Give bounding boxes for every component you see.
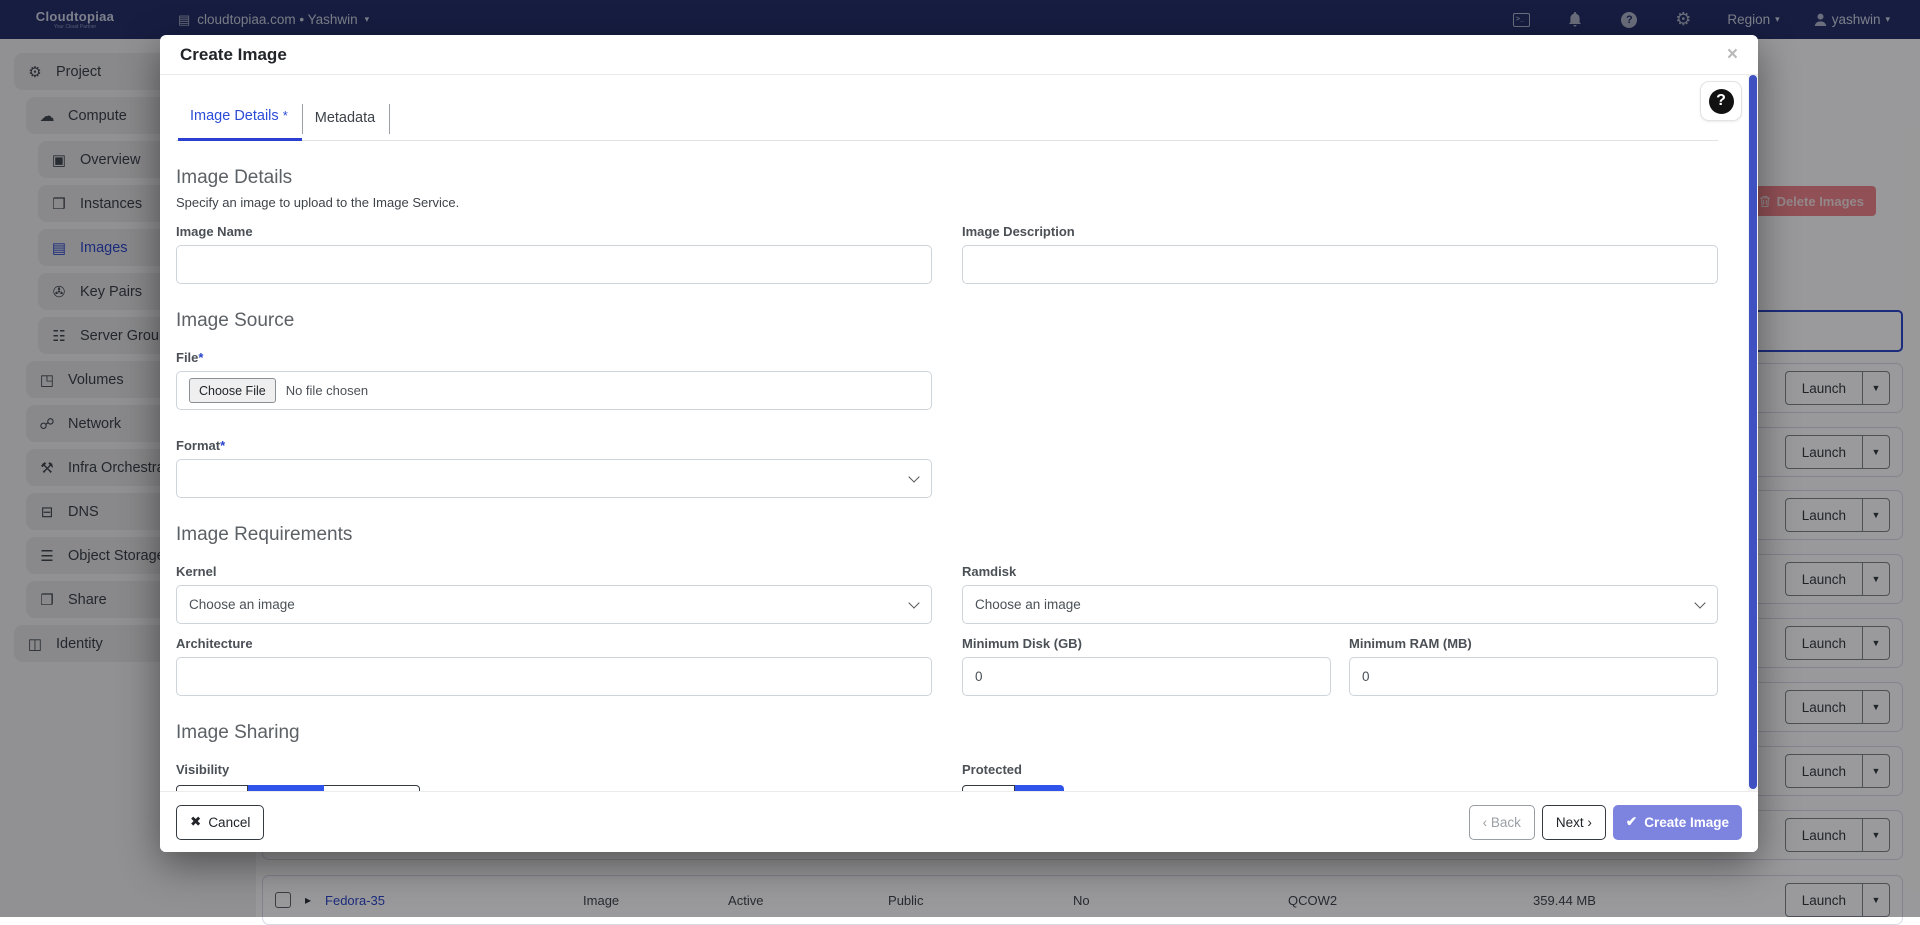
protected-option-no[interactable]: No — [1015, 785, 1063, 791]
format-label: Format* — [176, 438, 932, 453]
protected-option-yes[interactable]: Yes — [962, 785, 1015, 791]
visibility-label: Visibility — [176, 762, 932, 777]
visibility-option-shared[interactable]: Shared — [248, 785, 323, 791]
required-asterisk: * — [198, 350, 203, 365]
tab-separator — [389, 104, 390, 134]
kernel-select[interactable]: Choose an image — [176, 585, 932, 624]
wizard-help-button[interactable]: ? — [1700, 81, 1742, 121]
tab-image-details[interactable]: Image Details * — [178, 108, 302, 141]
file-status-text: No file chosen — [286, 383, 368, 398]
section-image-source: Image Source — [176, 310, 1718, 332]
modal-footer: ✖ Cancel ‹ Back Next › ✔ Create Image — [160, 791, 1758, 852]
close-icon[interactable]: × — [1727, 45, 1738, 64]
format-select-value — [176, 459, 932, 498]
protected-toggle-group: YesNo — [962, 785, 1064, 791]
question-mark-icon: ? — [1709, 89, 1734, 114]
section-image-sharing: Image Sharing — [176, 722, 1718, 744]
image-description-label: Image Description — [962, 224, 1718, 239]
wizard-tabbar: Image Details * Metadata — [176, 89, 1718, 141]
visibility-option-community[interactable]: Community — [324, 785, 421, 791]
modal-body: ? Image Details * Metadata Image Details… — [160, 75, 1758, 791]
next-button[interactable]: Next › — [1542, 805, 1606, 840]
section-image-requirements: Image Requirements — [176, 524, 1718, 546]
section-subtext: Specify an image to upload to the Image … — [176, 195, 1718, 210]
visibility-toggle-group: PrivateSharedCommunity — [176, 785, 420, 791]
modal-header: Create Image × — [160, 35, 1758, 75]
create-image-button[interactable]: ✔ Create Image — [1613, 805, 1742, 840]
modal-scrollbar-thumb[interactable] — [1749, 75, 1757, 789]
min-disk-label: Minimum Disk (GB) — [962, 636, 1331, 651]
modal-scrollbar[interactable] — [1748, 75, 1758, 791]
architecture-input[interactable] — [176, 657, 932, 696]
section-image-details: Image Details — [176, 167, 1718, 189]
choose-file-button[interactable]: Choose File — [189, 378, 276, 403]
min-disk-input[interactable] — [962, 657, 1331, 696]
required-asterisk: * — [220, 438, 225, 453]
x-icon: ✖ — [190, 814, 201, 830]
modal-title: Create Image — [180, 45, 287, 65]
kernel-label: Kernel — [176, 564, 932, 579]
image-description-input[interactable] — [962, 245, 1718, 284]
protected-label: Protected — [962, 762, 1718, 777]
format-select[interactable] — [176, 459, 932, 498]
tab-metadata[interactable]: Metadata — [303, 110, 389, 140]
visibility-option-private[interactable]: Private — [176, 785, 248, 791]
image-name-label: Image Name — [176, 224, 932, 239]
check-icon: ✔ — [1626, 814, 1637, 830]
back-button[interactable]: ‹ Back — [1469, 805, 1535, 840]
file-input[interactable]: Choose File No file chosen — [176, 371, 932, 410]
min-ram-input[interactable] — [1349, 657, 1718, 696]
image-name-input[interactable] — [176, 245, 932, 284]
create-image-modal: Create Image × ? Image Details * Metadat… — [160, 35, 1758, 852]
cancel-button[interactable]: ✖ Cancel — [176, 805, 264, 840]
kernel-select-value: Choose an image — [176, 585, 932, 624]
min-ram-label: Minimum RAM (MB) — [1349, 636, 1718, 651]
ramdisk-label: Ramdisk — [962, 564, 1718, 579]
ramdisk-select-value: Choose an image — [962, 585, 1718, 624]
architecture-label: Architecture — [176, 636, 932, 651]
ramdisk-select[interactable]: Choose an image — [962, 585, 1718, 624]
file-label: File* — [176, 350, 932, 365]
required-asterisk: * — [283, 108, 288, 123]
